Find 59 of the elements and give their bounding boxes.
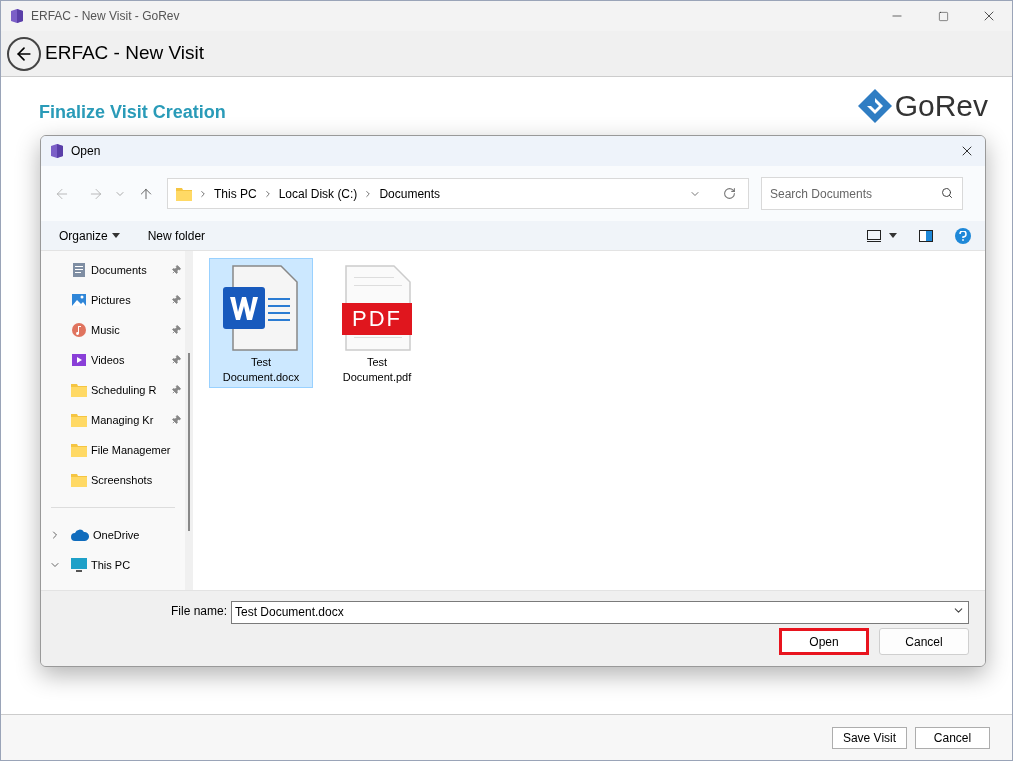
folder-icon [176, 186, 192, 201]
maximize-icon [937, 10, 949, 22]
sidebar-item[interactable]: File Managemer [41, 435, 185, 465]
address-bar[interactable]: This PC Local Disk (C:) Documents [167, 178, 749, 209]
cloud-icon [71, 529, 89, 541]
logo-text: GoRev [894, 88, 988, 124]
folder-icon [71, 383, 87, 397]
command-button[interactable]: New folder [147, 226, 206, 245]
logo-icon [856, 87, 893, 124]
section-heading: Finalize Visit Creation [39, 101, 226, 124]
dialog-title: Open [71, 143, 101, 160]
footer-button[interactable]: Cancel [915, 726, 990, 749]
folder-icon [71, 473, 87, 487]
preview-pane-button[interactable] [919, 229, 933, 242]
command-button[interactable]: Organize [59, 226, 120, 245]
video-icon [71, 352, 87, 368]
sidebar-item[interactable]: Documents [41, 255, 185, 285]
caret-icon [889, 233, 897, 238]
page-title: ERFAC - New Visit [45, 41, 205, 66]
question-mark-icon [959, 230, 967, 241]
sidebar-item[interactable]: Music [41, 315, 185, 345]
sidebar-item[interactable]: Scheduling R [41, 375, 185, 405]
music-icon [71, 322, 87, 338]
field-label: File name: [170, 602, 227, 620]
breadcrumb-item[interactable]: This PC [214, 184, 257, 203]
dialog-button[interactable]: Cancel [879, 628, 969, 655]
refresh-icon[interactable] [723, 187, 736, 200]
scrollbar-thumb[interactable] [188, 353, 190, 531]
folder-icon [71, 443, 87, 457]
breadcrumb-item[interactable]: Documents [379, 184, 441, 203]
view-button[interactable] [867, 229, 897, 242]
help-button[interactable] [955, 227, 971, 244]
view-icon [867, 229, 881, 242]
breadcrumb-item[interactable]: Local Disk (C:) [278, 184, 358, 203]
folder-icon [71, 413, 87, 427]
sidebar-item[interactable]: Screenshots [41, 465, 185, 495]
tree-item[interactable]: OneDrive [41, 520, 185, 550]
pdf-document-icon: PDF [342, 265, 412, 351]
app-icon [9, 8, 25, 24]
document-icon [71, 262, 87, 278]
separator-icon [198, 188, 208, 199]
sidebar-item[interactable]: Videos [41, 345, 185, 375]
app-icon [49, 143, 65, 159]
sidebar-item[interactable]: Managing Kr [41, 405, 185, 435]
file-item[interactable]: Test Document.docx [209, 258, 313, 388]
footer-button[interactable]: Save Visit [832, 726, 907, 749]
picture-icon [71, 292, 87, 308]
file-name-field[interactable]: Test Document.docx [231, 600, 969, 624]
tree-item[interactable]: This PC [41, 550, 185, 580]
sidebar-item[interactable]: Pictures [41, 285, 185, 315]
file-item[interactable]: PDF Test Document.pdf [325, 258, 429, 388]
window-title: ERFAC - New Visit - GoRev [31, 8, 180, 25]
search-field[interactable]: Search Documents [761, 177, 963, 210]
preview-pane-icon [919, 229, 933, 242]
back-button[interactable] [7, 36, 41, 71]
search-icon [941, 187, 953, 199]
dialog-button[interactable]: Open [779, 628, 869, 655]
monitor-icon [71, 558, 87, 572]
word-document-icon [223, 265, 299, 351]
